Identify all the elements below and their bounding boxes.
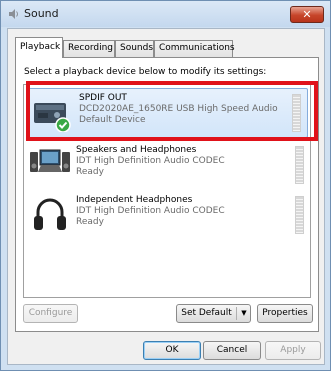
tab-playback[interactable]: Playback	[15, 37, 63, 58]
tab-recording[interactable]: Recording	[63, 40, 115, 57]
device-status: Ready	[76, 217, 104, 227]
volume-level-meter	[295, 146, 304, 184]
device-item-spdif-out[interactable]: SPDIF OUT DCD2020AE_1650RE USB High Spee…	[26, 88, 308, 138]
device-status: Default Device	[79, 115, 146, 125]
volume-level-meter	[292, 94, 301, 132]
speakers-laptop-icon	[30, 149, 70, 172]
tab-communications[interactable]: Communications	[154, 40, 235, 57]
device-description: IDT High Definition Audio CODEC	[76, 156, 225, 166]
device-description: DCD2020AE_1650RE USB High Speed Audio	[79, 104, 278, 114]
cancel-button[interactable]: Cancel	[203, 341, 261, 360]
properties-button[interactable]: Properties	[257, 304, 313, 323]
ok-button[interactable]: OK	[143, 341, 201, 360]
volume-level-meter	[295, 196, 304, 234]
device-description: IDT High Definition Audio CODEC	[76, 206, 225, 216]
tab-sounds[interactable]: Sounds	[115, 40, 154, 57]
device-status: Ready	[76, 167, 104, 177]
device-item-speakers-headphones[interactable]: Speakers and Headphones IDT High Definit…	[24, 141, 310, 191]
headphones-icon	[34, 198, 66, 230]
close-button[interactable]: ✕	[290, 6, 324, 23]
apply-button[interactable]: Apply	[265, 341, 321, 360]
device-name: Independent Headphones	[76, 195, 193, 205]
spdif-device-icon	[34, 103, 71, 132]
device-name: SPDIF OUT	[79, 93, 127, 103]
device-list[interactable]: SPDIF OUT DCD2020AE_1650RE USB High Spee…	[23, 84, 311, 298]
configure-button[interactable]: Configure	[23, 304, 78, 323]
dialog-client: Playback Recording Sounds Communications…	[7, 28, 325, 365]
title-bar[interactable]: Sound ✕	[1, 1, 330, 27]
instruction-text: Select a playback device below to modify…	[24, 67, 267, 77]
device-name: Speakers and Headphones	[76, 145, 197, 155]
split-divider	[236, 307, 237, 320]
set-default-button[interactable]: Set Default ▼	[176, 304, 251, 323]
speaker-icon	[9, 9, 18, 19]
close-icon: ✕	[302, 8, 312, 21]
sound-dialog: Sound ✕ Playback Recording Sounds Commun…	[0, 0, 331, 371]
set-default-label: Set Default	[181, 308, 232, 318]
window-title: Sound	[24, 7, 59, 20]
playback-panel: Select a playback device below to modify…	[15, 57, 319, 332]
chevron-down-icon[interactable]: ▼	[238, 305, 250, 322]
device-item-independent-headphones[interactable]: Independent Headphones IDT High Definiti…	[24, 191, 310, 241]
